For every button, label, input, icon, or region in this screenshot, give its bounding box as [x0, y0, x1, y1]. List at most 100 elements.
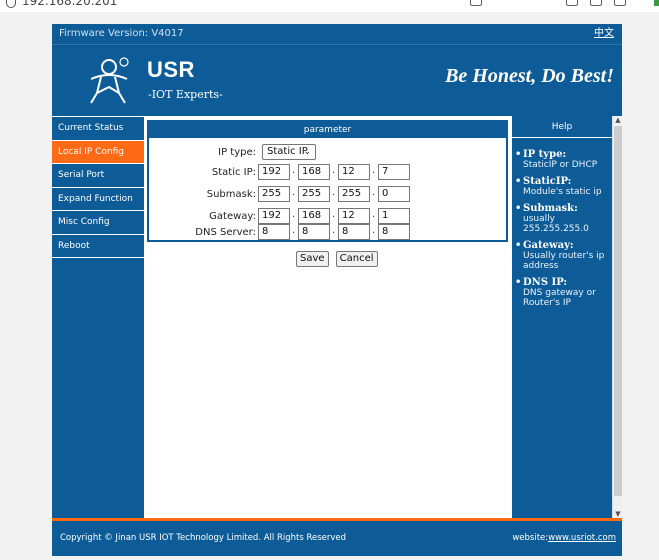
gateway-octet-2[interactable]: 168: [298, 208, 330, 224]
gateway-label: Gateway:: [209, 211, 256, 222]
separator-dot: ·: [332, 228, 336, 239]
bullet-icon: •: [515, 277, 522, 288]
help-item-desc: usually 255.255.255.0: [523, 214, 589, 234]
sidebar-icon[interactable]: [590, 0, 602, 6]
dns-octet-3[interactable]: 8: [338, 224, 370, 240]
help-item-desc: DNS gateway or Router's IP: [523, 288, 596, 308]
static-ip-octet-2[interactable]: 168: [298, 164, 330, 180]
firmware-bar: Firmware Version: V4017 中文: [52, 24, 622, 44]
footer: Copyright © Jinan USR IOT Technology Lim…: [52, 521, 622, 556]
separator-dot: ·: [332, 190, 336, 201]
ip-type-label: IP type:: [218, 147, 256, 158]
dns-octet-4[interactable]: 8: [378, 224, 410, 240]
nav-item-local-ip-config[interactable]: Local IP Config: [52, 140, 144, 164]
nav-item-current-status[interactable]: Current Status: [52, 117, 144, 141]
help-item-desc: StaticIP or DHCP: [523, 160, 598, 170]
ip-type-value: Static IP: [267, 146, 308, 157]
header: USR -IOT Experts- Be Honest, Do Best!: [52, 44, 622, 116]
dns-octet-2[interactable]: 8: [298, 224, 330, 240]
help-item-title: IP type:: [523, 149, 567, 160]
language-link[interactable]: 中文: [594, 24, 614, 44]
submask-row: Submask: 255 · 255 · 255 · 0: [149, 186, 506, 206]
help-item: • Submask: usually 255.255.255.0: [515, 203, 610, 235]
static-ip-row: Static IP: 192 · 168 · 12 · 7: [149, 164, 506, 184]
submask-octet-1[interactable]: 255: [258, 186, 290, 202]
help-item: • IP type: StaticIP or DHCP: [515, 149, 610, 171]
ip-type-row: IP type: Static IP ⌄: [149, 144, 506, 164]
website-label: website:: [512, 533, 549, 543]
help-item-title: Submask:: [523, 203, 578, 214]
firmware-version: Firmware Version: V4017: [59, 28, 184, 39]
dns-server-row: DNS Server: 8 · 8 · 8 · 8: [149, 224, 506, 244]
parameter-panel: parameter IP type: Static IP ⌄ Static IP…: [147, 120, 508, 242]
separator-dot: ·: [372, 190, 376, 201]
extension-icon[interactable]: [654, 0, 659, 6]
nav-item-serial-port[interactable]: Serial Port: [52, 164, 144, 188]
shield-icon: [6, 0, 16, 8]
account-icon[interactable]: [614, 0, 626, 6]
dns-octet-1[interactable]: 8: [258, 224, 290, 240]
submask-octet-4[interactable]: 0: [378, 186, 410, 202]
nav-item-expand-function[interactable]: Expand Function: [52, 188, 144, 211]
gateway-octet-1[interactable]: 192: [258, 208, 290, 224]
scroll-up-icon[interactable]: ▲: [614, 116, 622, 124]
website-link[interactable]: www.usriot.com: [548, 533, 616, 543]
scrollbar-thumb[interactable]: [614, 126, 622, 496]
separator-dot: ·: [332, 168, 336, 179]
sidebar-nav: Current Status Local IP Config Serial Po…: [52, 116, 144, 518]
static-ip-octet-4[interactable]: 7: [378, 164, 410, 180]
save-button[interactable]: Save: [296, 251, 329, 267]
bullet-icon: •: [515, 240, 522, 251]
device-web-ui: Firmware Version: V4017 中文 USR -IOT Expe…: [52, 24, 622, 556]
slogan: Be Honest, Do Best!: [445, 65, 614, 87]
help-item-title: Gateway:: [523, 240, 574, 251]
gateway-octet-3[interactable]: 12: [338, 208, 370, 224]
static-ip-octet-1[interactable]: 192: [258, 164, 290, 180]
nav-item-reboot[interactable]: Reboot: [52, 235, 144, 258]
brand-tagline: -IOT Experts-: [148, 88, 223, 101]
help-title: Help: [512, 116, 612, 138]
help-panel: Help • IP type: StaticIP or DHCP • Stati…: [512, 116, 612, 518]
submask-octet-3[interactable]: 255: [338, 186, 370, 202]
static-ip-octet-3[interactable]: 12: [338, 164, 370, 180]
gateway-octet-4[interactable]: 1: [378, 208, 410, 224]
static-ip-label: Static IP:: [211, 167, 256, 178]
page-scrollbar[interactable]: ▲ ▼: [612, 116, 622, 518]
help-item-desc: Module's static ip: [523, 187, 602, 197]
address-bar-url[interactable]: 192.168.20.201: [22, 0, 117, 8]
separator-dot: ·: [292, 212, 296, 223]
chevron-down-icon: ⌄: [303, 147, 311, 157]
nav-item-misc-config[interactable]: Misc Config: [52, 211, 144, 235]
separator-dot: ·: [292, 228, 296, 239]
help-list: • IP type: StaticIP or DHCP • StaticIP: …: [515, 150, 610, 315]
bullet-icon: •: [515, 203, 522, 214]
help-item-desc: Usually router's ip address: [523, 251, 605, 271]
website-info: website:www.usriot.com: [512, 521, 616, 556]
dns-server-label: DNS Server:: [195, 227, 256, 238]
main-content: parameter IP type: Static IP ⌄ Static IP…: [144, 116, 512, 518]
separator-dot: ·: [292, 190, 296, 201]
copyright-text: Copyright © Jinan USR IOT Technology Lim…: [60, 533, 347, 543]
panel-title: parameter: [149, 122, 506, 138]
submask-label: Submask:: [206, 189, 256, 200]
usr-logo-icon: [90, 57, 129, 104]
separator-dot: ·: [372, 212, 376, 223]
help-item: • DNS IP: DNS gateway or Router's IP: [515, 277, 610, 309]
bullet-icon: •: [515, 176, 522, 187]
help-item-title: DNS IP:: [523, 277, 568, 288]
form-actions: Save Cancel: [296, 246, 380, 267]
ip-type-select[interactable]: Static IP ⌄: [262, 144, 316, 160]
help-item: • StaticIP: Module's static ip: [515, 176, 610, 198]
brand-name: USR: [147, 57, 195, 82]
separator-dot: ·: [372, 228, 376, 239]
separator-dot: ·: [332, 212, 336, 223]
help-item-title: StaticIP:: [523, 176, 572, 187]
submask-octet-2[interactable]: 255: [298, 186, 330, 202]
bookmark-icon[interactable]: [470, 0, 482, 6]
separator-dot: ·: [292, 168, 296, 179]
separator-dot: ·: [372, 168, 376, 179]
scroll-down-icon[interactable]: ▼: [614, 510, 622, 518]
browser-toolbar: 192.168.20.201: [0, 0, 659, 12]
library-icon[interactable]: [566, 0, 578, 6]
cancel-button[interactable]: Cancel: [335, 251, 378, 267]
